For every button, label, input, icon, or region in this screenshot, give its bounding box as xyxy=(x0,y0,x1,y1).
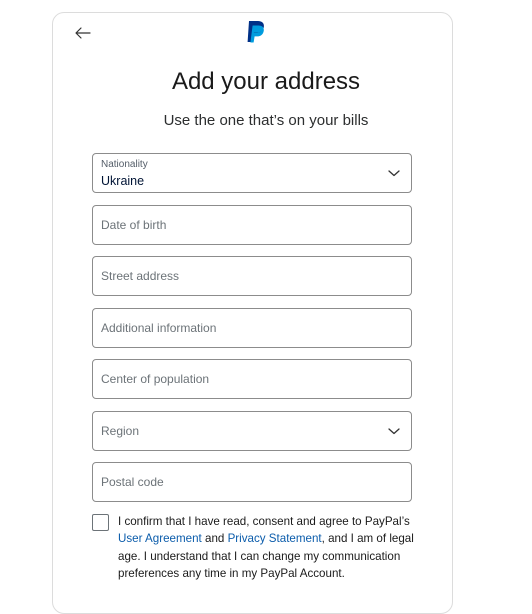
consent-checkbox[interactable] xyxy=(92,514,109,531)
center-of-population-placeholder: Center of population xyxy=(101,372,210,386)
postal-code-placeholder: Postal code xyxy=(101,475,164,489)
date-of-birth-field[interactable]: Date of birth xyxy=(92,205,412,245)
additional-information-field[interactable]: Additional information xyxy=(92,308,412,348)
street-address-placeholder: Street address xyxy=(101,269,180,283)
date-of-birth-placeholder: Date of birth xyxy=(101,218,167,232)
postal-code-field[interactable]: Postal code xyxy=(92,462,412,502)
privacy-statement-link[interactable]: Privacy Statement xyxy=(228,532,322,545)
nationality-label: Nationality xyxy=(101,159,148,170)
chevron-down-icon xyxy=(388,170,400,177)
nationality-value: Ukraine xyxy=(101,174,145,188)
additional-information-placeholder: Additional information xyxy=(101,321,217,335)
consent-text-part: I confirm that I have read, consent and … xyxy=(118,515,410,528)
page-title: Add your address xyxy=(171,68,361,95)
consent-text: I confirm that I have read, consent and … xyxy=(118,513,414,583)
paypal-logo-icon xyxy=(247,21,264,43)
chevron-down-icon xyxy=(388,428,400,435)
arrow-left-icon xyxy=(75,27,91,39)
page-subtitle: Use the one that’s on your bills xyxy=(163,112,369,129)
street-address-field[interactable]: Street address xyxy=(92,256,412,296)
region-select[interactable]: Region xyxy=(92,411,412,451)
nationality-select[interactable]: Nationality Ukraine xyxy=(92,153,412,193)
consent-text-part: and xyxy=(201,532,228,546)
center-of-population-field[interactable]: Center of population xyxy=(92,359,412,399)
region-placeholder: Region xyxy=(101,424,140,438)
back-button[interactable] xyxy=(72,22,94,44)
user-agreement-link[interactable]: User Agreement xyxy=(118,532,202,545)
